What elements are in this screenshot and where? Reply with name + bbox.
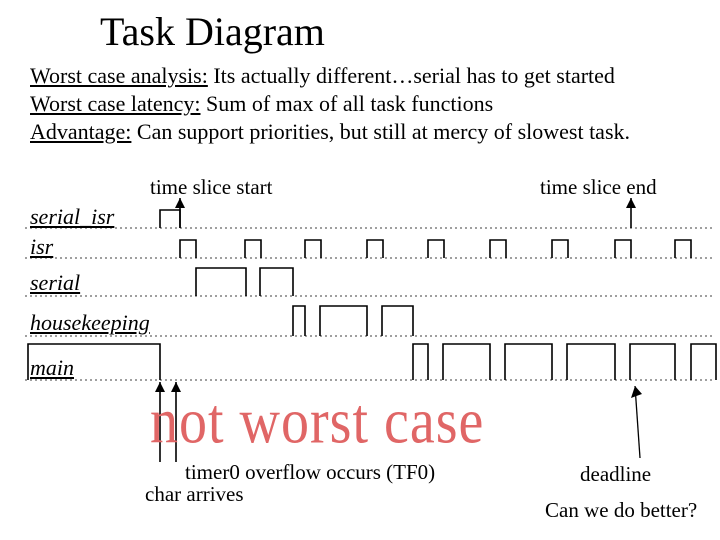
label-better: Can we do better? [545, 498, 697, 523]
timing-chart [0, 0, 720, 540]
label-char-arrives: char arrives [145, 482, 244, 507]
stamp-not-worst-case: not worst case [150, 385, 484, 459]
label-deadline: deadline [580, 462, 651, 487]
